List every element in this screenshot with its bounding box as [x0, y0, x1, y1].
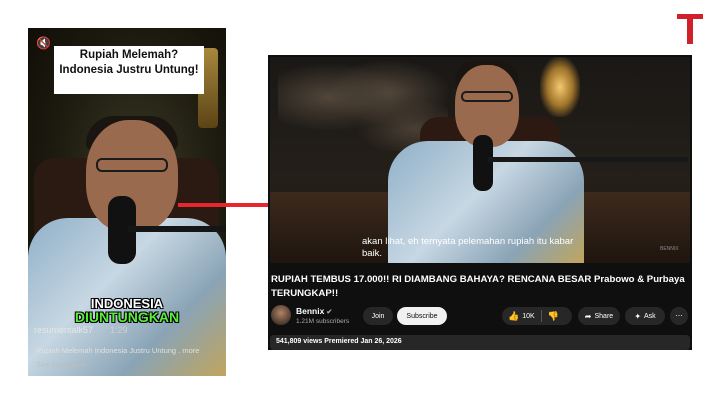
ask-button[interactable]: ✦ Ask [625, 307, 665, 325]
thumbs-up-icon[interactable]: 👍 [508, 311, 519, 322]
like-divider [540, 310, 542, 322]
like-dislike-group[interactable]: 👍 10K 👎 [502, 307, 572, 325]
subscriber-count: 1.21M subscribers [296, 318, 350, 325]
see-translation-link[interactable]: See translation [36, 360, 86, 369]
more-options-icon: ⋯ [675, 313, 683, 320]
ask-label: Ask [644, 312, 656, 320]
page: 🔇 Rupiah Melemah? Indonesia Justru Untun… [0, 0, 720, 405]
more-options-button[interactable]: ⋯ [670, 307, 688, 325]
like-count: 10K [522, 312, 535, 320]
channel-avatar[interactable] [271, 305, 291, 325]
thumbs-down-icon[interactable]: 👎 [548, 311, 559, 322]
short-duration: 1:29 [110, 325, 128, 335]
overlay-text-line2: DIUNTUNGKAN [74, 309, 180, 325]
channel-name[interactable]: Bennix ✔ [296, 306, 332, 316]
share-icon: ➦ [584, 311, 592, 321]
video-subtitle: akan lihat, eh ternyata pelemahan rupiah… [362, 236, 574, 259]
join-button[interactable]: Join [363, 307, 393, 325]
share-label: Share [594, 312, 614, 320]
short-description[interactable]: Rupiah Melemah Indonesia Justru Untung .… [36, 346, 199, 355]
verified-icon: ✔ [326, 309, 333, 316]
views-and-date: 541,809 views Premiered Jan 26, 2026 [276, 338, 402, 345]
channel-name-text[interactable]: Bennix [296, 306, 324, 316]
short-caption: Rupiah Melemah? Indonesia Justru Untung! [54, 46, 204, 94]
channel-watermark: BENNIX [660, 246, 679, 252]
subscribe-button[interactable]: Subscribe [397, 307, 447, 325]
video-player[interactable] [270, 57, 690, 263]
short-channel-name[interactable]: resumentalk57 [34, 325, 93, 335]
video-title: RUPIAH TEMBUS 17.000!! RI DIAMBANG BAHAY… [271, 274, 685, 299]
share-button[interactable]: ➦ Share [578, 307, 620, 325]
brand-logo [677, 14, 703, 46]
mute-icon[interactable]: 🔇 [36, 36, 51, 50]
sparkle-icon: ✦ [634, 311, 642, 321]
